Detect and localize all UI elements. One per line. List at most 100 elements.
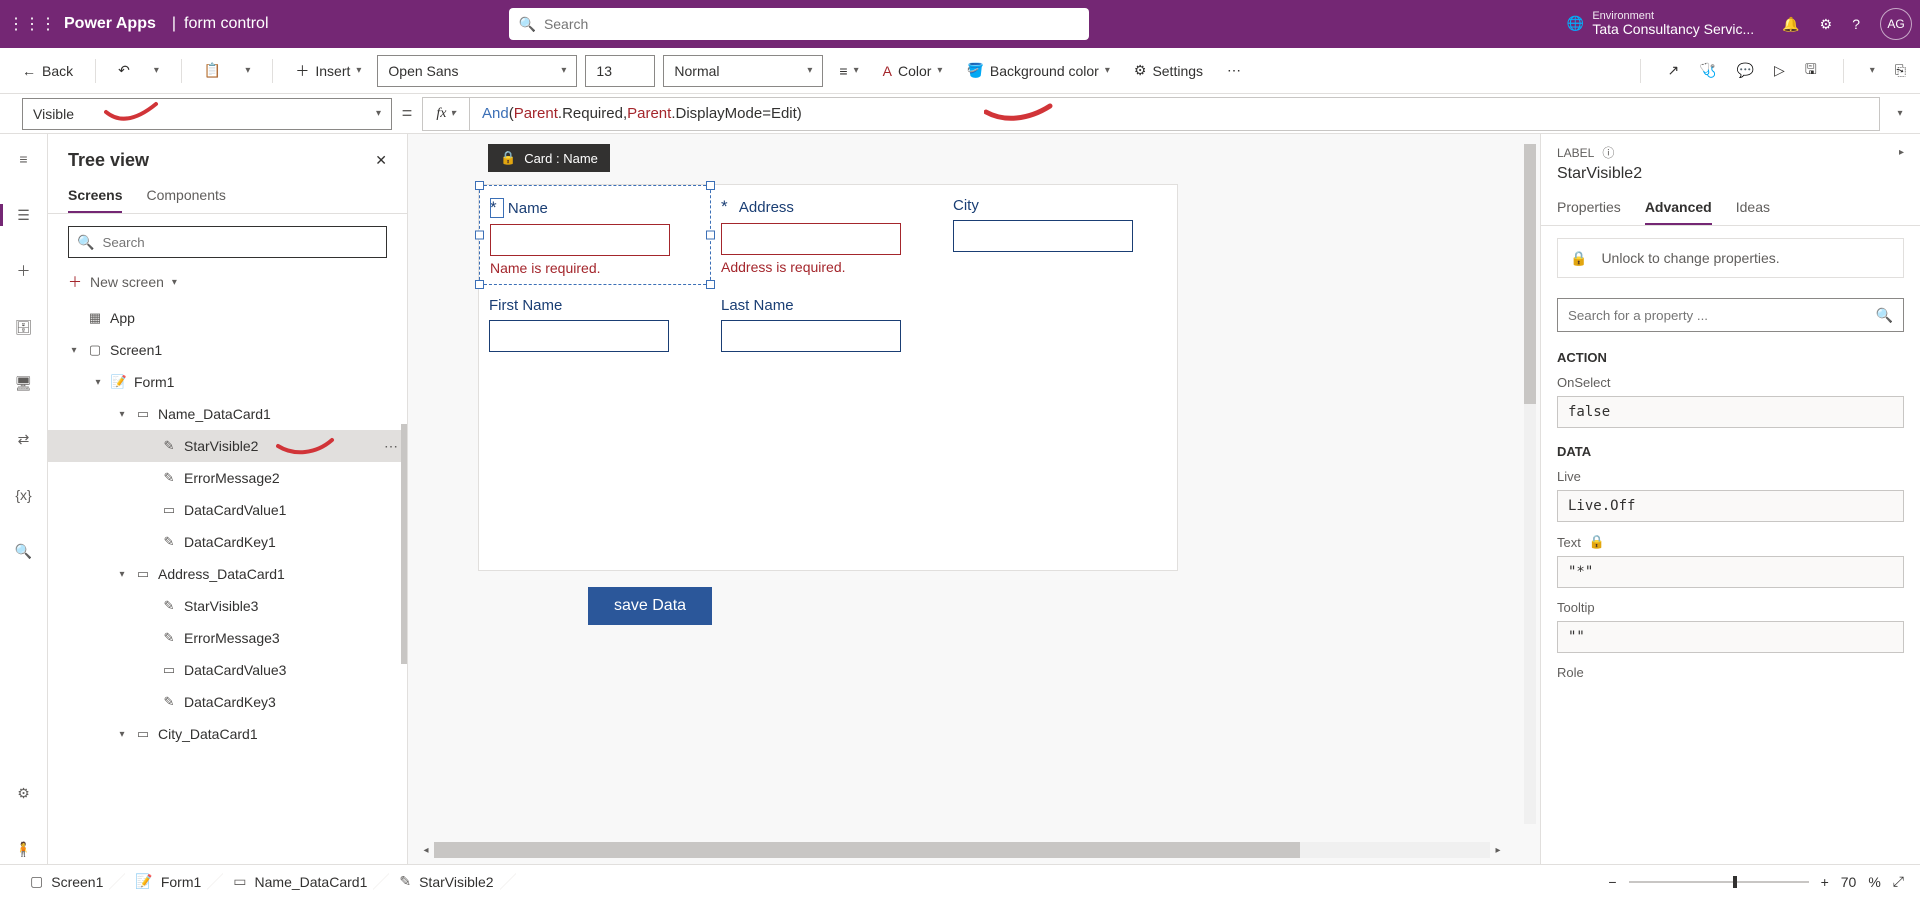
property-select[interactable]: Visible▾ <box>22 98 392 130</box>
undo-menu[interactable]: ▾ <box>146 61 167 80</box>
chevron-down-icon[interactable]: ▾ <box>1870 65 1875 76</box>
tree-node-datacardkey1[interactable]: ✎DataCardKey1 <box>48 526 407 558</box>
tree-node-city-datacard[interactable]: ▾▭City_DataCard1 <box>48 718 407 750</box>
caret-icon[interactable]: ▾ <box>116 569 128 580</box>
form-preview[interactable]: * Name Name is required. * Address Addre… <box>478 184 1178 571</box>
zoom-out-button[interactable]: − <box>1608 874 1616 890</box>
bgcolor-button[interactable]: 🪣Background color▾ <box>958 58 1117 83</box>
tree-node-errormessage2[interactable]: ✎ErrorMessage2 <box>48 462 407 494</box>
tab-components[interactable]: Components <box>146 179 225 213</box>
formula-expand-button[interactable]: ▾ <box>1880 108 1920 119</box>
address-datacard[interactable]: * Address Address is required. <box>711 185 943 285</box>
text-value[interactable]: "*" <box>1557 556 1904 588</box>
rail-ask[interactable]: 🧍 <box>0 834 48 864</box>
rail-flows[interactable]: ⇄ <box>0 424 48 454</box>
zoom-in-button[interactable]: + <box>1821 874 1829 890</box>
save-data-button[interactable]: save Data <box>588 587 712 625</box>
font-size-input[interactable]: 13 <box>585 55 655 87</box>
environment-picker[interactable]: 🌐 Environment Tata Consultancy Servic... <box>1567 10 1754 37</box>
tab-ideas[interactable]: Ideas <box>1736 191 1770 225</box>
rail-variables[interactable]: {x} <box>0 480 48 510</box>
save-icon[interactable]: 🖫 <box>1805 59 1817 83</box>
rail-hamburger[interactable]: ≡ <box>0 144 48 174</box>
tree-search-input[interactable] <box>102 235 378 250</box>
help-icon[interactable]: ? <box>1852 16 1860 32</box>
new-screen-button[interactable]: ＋ New screen ▾ <box>48 266 407 298</box>
avatar[interactable]: AG <box>1880 8 1912 40</box>
tree-scrollbar-thumb[interactable] <box>401 424 407 664</box>
live-value[interactable]: Live.Off <box>1557 490 1904 522</box>
unlock-banner[interactable]: 🔒 Unlock to change properties. <box>1557 238 1904 278</box>
color-button[interactable]: AColor▾ <box>875 59 951 83</box>
rail-settings[interactable]: ⚙ <box>0 778 48 808</box>
address-input[interactable] <box>721 223 901 255</box>
resize-handle[interactable] <box>475 231 484 240</box>
global-search-input[interactable] <box>544 16 1079 32</box>
tooltip-value[interactable]: "" <box>1557 621 1904 653</box>
lastname-datacard[interactable]: Last Name <box>711 285 943 360</box>
resize-handle[interactable] <box>475 181 484 190</box>
property-search[interactable]: 🔍 <box>1557 298 1904 332</box>
brand[interactable]: Power Apps <box>56 15 164 33</box>
required-star[interactable]: * <box>490 198 504 218</box>
tab-advanced[interactable]: Advanced <box>1645 191 1712 225</box>
tree-node-datacardvalue3[interactable]: ▭DataCardValue3 <box>48 654 407 686</box>
paste-button[interactable]: 📋 <box>196 58 229 83</box>
bell-icon[interactable]: 🔔 <box>1782 16 1799 33</box>
crumb-screen1[interactable]: ▢Screen1 <box>16 865 117 898</box>
name-datacard[interactable]: * Name Name is required. <box>479 185 711 285</box>
info-icon[interactable]: ⓘ <box>1602 144 1614 161</box>
paste-menu[interactable]: ▾ <box>237 61 258 80</box>
tree-search[interactable]: 🔍 <box>68 226 387 258</box>
rail-insert[interactable]: ＋ <box>0 256 48 286</box>
rail-media[interactable]: 🖥 <box>0 368 48 398</box>
fx-button[interactable]: fx▾ <box>422 97 470 131</box>
formula-input[interactable]: And(Parent.Required, Parent.DisplayMode=… <box>470 97 1880 131</box>
property-search-input[interactable] <box>1568 308 1876 323</box>
zoom-slider[interactable] <box>1629 881 1809 883</box>
firstname-input[interactable] <box>489 320 669 352</box>
caret-icon[interactable]: ▾ <box>116 729 128 740</box>
fit-screen-icon[interactable]: ⤢ <box>1893 873 1904 890</box>
canvas-hscrollbar[interactable]: ◂ ▸ <box>434 842 1490 858</box>
close-icon[interactable]: ✕ <box>375 152 387 169</box>
rail-data[interactable]: 🗄 <box>0 312 48 342</box>
name-input[interactable] <box>490 224 670 256</box>
font-name-select[interactable]: Open Sans▾ <box>377 55 577 87</box>
settings-button[interactable]: ⚙Settings <box>1126 58 1211 83</box>
align-button[interactable]: ≡▾ <box>831 59 866 83</box>
firstname-datacard[interactable]: First Name <box>479 285 711 360</box>
font-weight-select[interactable]: Normal▾ <box>663 55 823 87</box>
play-icon[interactable]: ▷ <box>1774 62 1785 79</box>
crumb-starvisible2[interactable]: ✎StarVisible2 <box>385 865 507 898</box>
caret-icon[interactable]: ▾ <box>92 377 104 388</box>
waffle-icon[interactable]: ⋮⋮⋮ <box>8 14 56 34</box>
tree-node-app[interactable]: ▦App <box>48 302 407 334</box>
undo-button[interactable]: ↶ <box>110 58 138 83</box>
gear-icon[interactable]: ⚙ <box>1820 16 1833 33</box>
crumb-form1[interactable]: 📝Form1 <box>121 865 215 898</box>
rail-search[interactable]: 🔍 <box>0 536 48 566</box>
node-more-icon[interactable]: ⋯ <box>384 438 399 455</box>
rail-tree-view[interactable]: ☰ <box>0 200 48 230</box>
comments-icon[interactable]: 💬 <box>1737 62 1754 79</box>
tree-node-form1[interactable]: ▾📝Form1 <box>48 366 407 398</box>
crumb-name-datacard[interactable]: ▭Name_DataCard1 <box>219 865 381 898</box>
tree-node-starvisible2[interactable]: ✎StarVisible2 ⋯ <box>48 430 407 462</box>
zoom-slider-thumb[interactable] <box>1733 876 1737 888</box>
tab-screens[interactable]: Screens <box>68 179 122 213</box>
scroll-left-icon[interactable]: ◂ <box>418 842 434 858</box>
tree-node-datacardkey3[interactable]: ✎DataCardKey3 <box>48 686 407 718</box>
tree-node-screen1[interactable]: ▾▢Screen1 <box>48 334 407 366</box>
chevron-right-icon[interactable]: ▸ <box>1899 147 1904 158</box>
tree-node-errormessage3[interactable]: ✎ErrorMessage3 <box>48 622 407 654</box>
onselect-value[interactable]: false <box>1557 396 1904 428</box>
caret-icon[interactable]: ▾ <box>116 409 128 420</box>
tree-node-starvisible3[interactable]: ✎StarVisible3 <box>48 590 407 622</box>
tree-node-datacardvalue1[interactable]: ▭DataCardValue1 <box>48 494 407 526</box>
checker-icon[interactable]: 🩺 <box>1699 62 1716 79</box>
scrollbar-thumb[interactable] <box>434 842 1300 858</box>
tree-node-address-datacard[interactable]: ▾▭Address_DataCard1 <box>48 558 407 590</box>
back-button[interactable]: ←Back <box>14 59 81 83</box>
insert-button[interactable]: ＋Insert▾ <box>287 57 369 85</box>
